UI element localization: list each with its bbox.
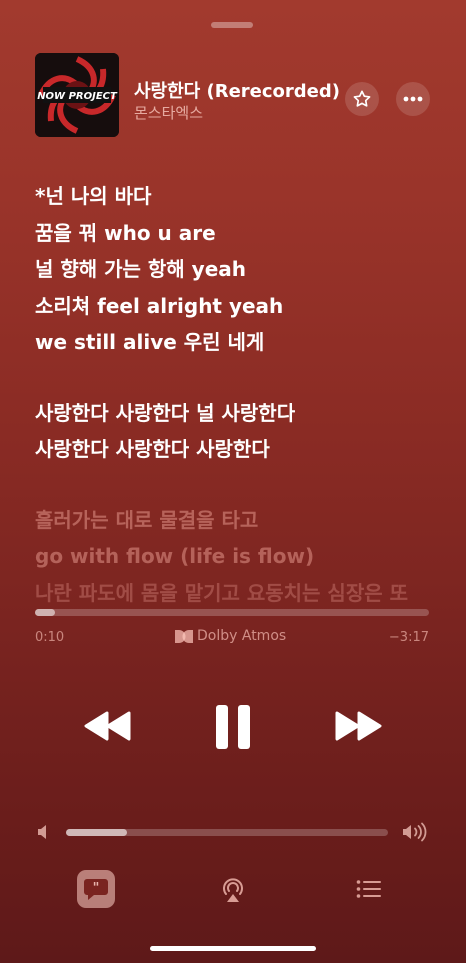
- queue-list-icon: [356, 880, 381, 898]
- rewind-icon: [84, 711, 131, 741]
- volume-max-button[interactable]: [402, 822, 428, 846]
- pause-icon: [216, 705, 250, 749]
- lyric-line[interactable]: 소리쳐 feel alright yeah: [35, 288, 445, 325]
- fast-forward-button[interactable]: [330, 704, 386, 748]
- lyrics-stanza-gap: [35, 468, 445, 502]
- lyric-line[interactable]: 널 향해 가는 항해 yeah: [35, 251, 445, 288]
- time-elapsed: 0:10: [35, 630, 65, 645]
- song-title: 사랑한다 (Rerecorded): [134, 81, 341, 102]
- playback-progress-fill: [35, 609, 55, 616]
- airplay-icon: [223, 878, 243, 902]
- lyric-line[interactable]: 흘러가는 대로 물결을 타고: [35, 502, 445, 539]
- lyrics-quote-icon: ": [84, 879, 108, 900]
- lyric-line[interactable]: *넌 나의 바다: [35, 178, 445, 215]
- volume-slider[interactable]: [66, 829, 388, 836]
- svg-text:": ": [93, 881, 100, 896]
- volume-slider-fill: [66, 829, 128, 836]
- lyrics-stanza-gap: [35, 361, 445, 395]
- audio-format-badge[interactable]: Dolby Atmos: [175, 628, 286, 644]
- lyric-line[interactable]: 꿈을 꿔 who u are: [35, 215, 445, 252]
- album-artwork[interactable]: NOW PROJECT: [35, 53, 119, 137]
- time-remaining: −3:17: [388, 630, 429, 645]
- audio-format-label: Dolby Atmos: [197, 628, 287, 644]
- rewind-button[interactable]: [80, 704, 136, 748]
- airplay-button[interactable]: [216, 872, 250, 906]
- artwork-text: NOW PROJECT: [37, 91, 118, 102]
- dolby-icon: [175, 629, 193, 643]
- sheet-grabber[interactable]: [211, 22, 253, 28]
- lyric-line[interactable]: go with flow (life is flow): [35, 538, 445, 575]
- volume-min-button[interactable]: [37, 824, 51, 844]
- lyrics-panel[interactable]: *넌 나의 바다 꿈을 꿔 who u are 널 향해 가는 항해 yeah 소리쳐…: [35, 178, 445, 611]
- speaker-low-icon: [38, 825, 46, 839]
- artist-name[interactable]: 몬스타엑스: [134, 102, 203, 123]
- ellipsis-icon: [403, 96, 423, 102]
- lyrics-button[interactable]: ": [77, 870, 115, 908]
- speaker-high-icon: [403, 822, 427, 842]
- lyric-line[interactable]: we still alive 우린 네게: [35, 324, 445, 361]
- playback-scrubber[interactable]: [35, 609, 429, 616]
- lyric-line[interactable]: 사랑한다 사랑한다 널 사랑한다: [35, 395, 445, 432]
- fast-forward-icon: [335, 711, 382, 741]
- favorite-button[interactable]: [345, 82, 379, 116]
- queue-button[interactable]: [352, 872, 386, 906]
- star-icon: [353, 90, 371, 107]
- pause-button[interactable]: [208, 700, 258, 754]
- home-indicator[interactable]: [150, 946, 316, 951]
- album-artwork-image: NOW PROJECT: [35, 53, 119, 137]
- more-options-button[interactable]: [396, 82, 430, 116]
- lyric-line[interactable]: 나란 파도에 몸을 맡기고 요동치는 심장은 또: [35, 575, 445, 612]
- lyric-line[interactable]: 사랑한다 사랑한다 사랑한다: [35, 431, 445, 468]
